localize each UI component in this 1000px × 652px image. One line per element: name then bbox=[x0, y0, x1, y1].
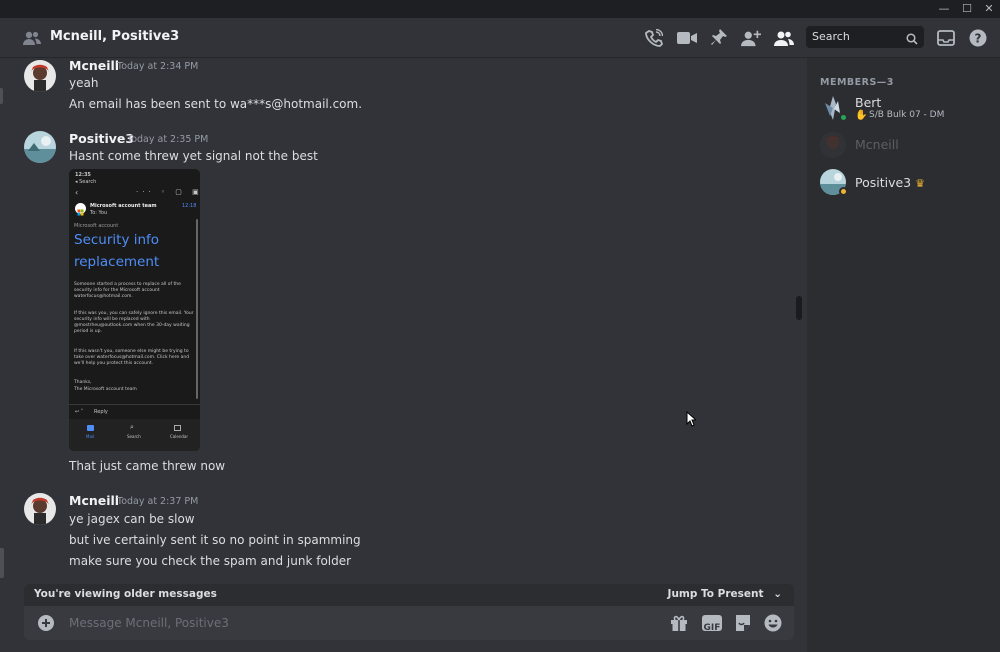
message-author[interactable]: Mcneill bbox=[69, 58, 119, 73]
mouse-cursor-icon bbox=[686, 410, 698, 431]
message-author[interactable]: Mcneill bbox=[69, 493, 119, 508]
member-avatar-mcneill[interactable] bbox=[820, 132, 846, 158]
svg-text:?: ? bbox=[975, 32, 982, 46]
avatar[interactable] bbox=[24, 131, 56, 163]
mail-recipient: To: You bbox=[90, 210, 108, 216]
scrollbar-thumb[interactable] bbox=[796, 296, 802, 320]
microsoft-logo-icon bbox=[75, 203, 86, 216]
message-text: That just came threw now bbox=[69, 459, 226, 473]
search-nav-icon: ⌕ bbox=[130, 423, 134, 431]
member-name[interactable]: Positive3 ♛ bbox=[855, 175, 925, 190]
nav-label: Search bbox=[127, 434, 141, 439]
mail-sender: Microsoft account team bbox=[90, 203, 157, 209]
video-icon[interactable] bbox=[677, 28, 697, 48]
message-input[interactable]: Message Mcneill, Positive3 bbox=[69, 616, 229, 630]
help-icon[interactable]: ? bbox=[968, 28, 988, 48]
mail-heading: Security info bbox=[74, 232, 160, 248]
search-placeholder: Search bbox=[812, 30, 850, 43]
owner-crown-icon: ♛ bbox=[915, 177, 925, 190]
member-status: S/B Bulk 07 - DM bbox=[869, 110, 945, 120]
members-icon[interactable] bbox=[774, 28, 794, 48]
older-messages-notice: You're viewing older messages bbox=[34, 588, 217, 600]
gif-icon[interactable]: GIF bbox=[702, 615, 722, 633]
mail-nav-icon bbox=[87, 425, 94, 431]
member-avatar-bert[interactable] bbox=[820, 95, 848, 122]
minimize-button[interactable]: — bbox=[932, 0, 956, 18]
emoji-icon[interactable] bbox=[764, 614, 782, 636]
close-window-button[interactable]: ✕ bbox=[977, 0, 1000, 18]
server-pill bbox=[0, 548, 4, 578]
nav-label: Mail bbox=[86, 434, 95, 439]
sticker-icon[interactable] bbox=[734, 614, 752, 636]
pin-icon[interactable] bbox=[709, 28, 729, 48]
add-attachment-icon[interactable] bbox=[38, 615, 54, 635]
maximize-button[interactable]: ☐ bbox=[955, 0, 979, 18]
jump-to-present-button[interactable]: Jump To Present ⌄ bbox=[668, 588, 782, 600]
message-list[interactable]: Mcneill Today at 2:34 PM yeah An email h… bbox=[0, 58, 798, 652]
member-avatar-positive3[interactable] bbox=[820, 169, 848, 196]
message-text: make sure you check the spam and junk fo… bbox=[69, 554, 352, 568]
activity-icon: ✋ bbox=[855, 110, 868, 121]
member-name[interactable]: Mcneill bbox=[855, 137, 899, 152]
nav-label: Calendar bbox=[170, 434, 188, 439]
gif-label: GIF bbox=[703, 623, 721, 633]
chevron-down-icon: ⌄ bbox=[773, 588, 782, 600]
online-status-icon bbox=[839, 113, 848, 122]
member-name[interactable]: Bert bbox=[855, 95, 881, 110]
avatar[interactable] bbox=[24, 493, 56, 525]
divider bbox=[69, 404, 200, 405]
message-text: yeah bbox=[69, 76, 99, 90]
mail-signature: The Microsoft account team bbox=[74, 387, 137, 392]
message-timestamp: Today at 2:35 PM bbox=[127, 134, 209, 145]
channel-header: Mcneill, Positive3 Search ? bbox=[0, 18, 1000, 58]
mail-paragraph: If this was you, you can safely ignore t… bbox=[74, 311, 194, 334]
window-title-bar: — ☐ ✕ bbox=[0, 0, 1000, 18]
mail-time: 12:18 bbox=[182, 203, 197, 209]
mail-actions-icon: ··· ◦ ▢ ▣ bbox=[136, 188, 200, 196]
back-arrow-icon: ‹ bbox=[75, 188, 79, 197]
member-list-heading: MEMBERS—3 bbox=[820, 77, 894, 88]
idle-status-icon bbox=[839, 187, 848, 196]
channel-title: Mcneill, Positive3 bbox=[50, 29, 180, 44]
mail-signoff: Thanks, bbox=[74, 380, 92, 385]
phone-status-time: 12:35 bbox=[75, 172, 91, 178]
mail-brand: Microsoft account bbox=[74, 223, 119, 229]
mail-heading: replacement bbox=[74, 254, 160, 270]
jump-label: Jump To Present bbox=[667, 588, 764, 600]
phone-scrollbar bbox=[196, 219, 198, 399]
mail-paragraph: Someone started a process to replace all… bbox=[74, 282, 181, 299]
phone-nav-bar: Mail ⌕ Search Calendar bbox=[69, 419, 200, 451]
voice-call-icon[interactable] bbox=[644, 28, 664, 48]
mail-reply-label: Reply bbox=[94, 409, 108, 415]
people-icon bbox=[22, 28, 42, 48]
message-timestamp: Today at 2:37 PM bbox=[117, 496, 199, 507]
add-friend-icon[interactable] bbox=[741, 28, 761, 48]
message-text: Hasnt come threw yet signal not the best bbox=[69, 149, 318, 163]
message-text: An email has been sent to wa***s@hotmail… bbox=[69, 97, 363, 111]
inbox-icon[interactable] bbox=[936, 28, 956, 48]
member-name-text: Positive3 bbox=[855, 175, 912, 190]
message-composer[interactable]: Message Mcneill, Positive3 GIF bbox=[24, 606, 794, 640]
search-input[interactable]: Search bbox=[806, 26, 924, 48]
message-text: ye jagex can be slow bbox=[69, 512, 195, 526]
message-timestamp: Today at 2:34 PM bbox=[117, 61, 199, 72]
member-list: MEMBERS—3 Bert ✋ S/B Bulk 07 - DM Mcneil… bbox=[807, 58, 1000, 652]
message-text: but ive certainly sent it so no point in… bbox=[69, 533, 361, 547]
older-messages-bar: You're viewing older messages Jump To Pr… bbox=[24, 584, 794, 606]
message-author[interactable]: Positive3 bbox=[69, 131, 134, 146]
avatar[interactable] bbox=[24, 60, 56, 92]
image-attachment[interactable]: 12:35 ◂ Search ‹ ··· ◦ ▢ ▣ Microsoft acc… bbox=[69, 169, 200, 451]
server-pill bbox=[0, 88, 3, 104]
calendar-nav-icon bbox=[174, 425, 181, 431]
phone-back-label: ◂ Search bbox=[75, 179, 97, 185]
search-icon bbox=[906, 30, 918, 49]
gift-icon[interactable] bbox=[670, 614, 688, 636]
reply-arrow-icon: ↩ ˅ bbox=[75, 409, 84, 415]
mail-paragraph: If this wasn't you, someone else might b… bbox=[74, 349, 190, 366]
